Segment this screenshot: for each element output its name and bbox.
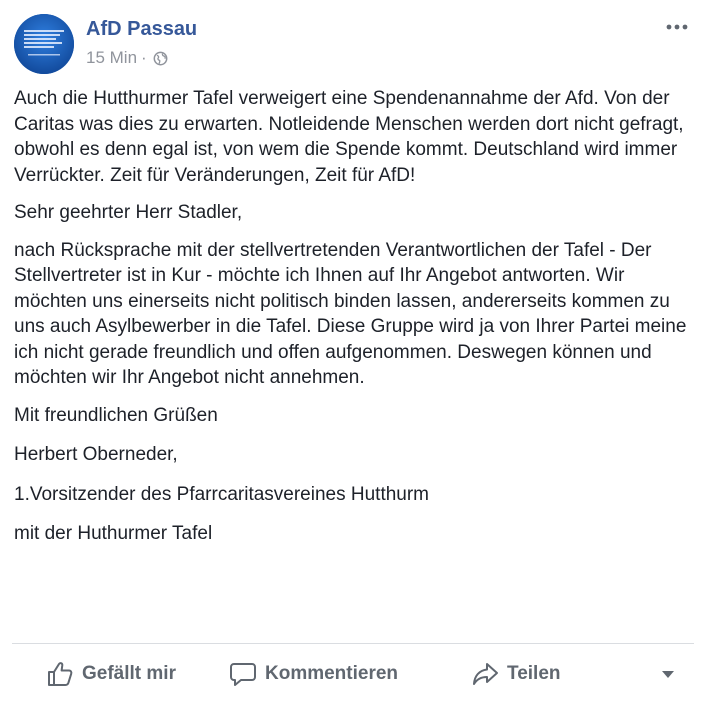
actions-divider xyxy=(12,643,694,644)
post-paragraph: 1.Vorsitzender des Pfarrcaritasvereines … xyxy=(14,483,430,505)
comment-button[interactable]: Kommentieren xyxy=(229,652,398,696)
share-button[interactable]: Teilen xyxy=(471,652,561,696)
post-paragraph: nach Rücksprache mit der stellvertretend… xyxy=(14,239,687,389)
post-content: Auch die Hutthurmer Tafel verweigert ein… xyxy=(14,86,690,559)
like-button[interactable]: Gefällt mir xyxy=(46,652,176,696)
page-name-link[interactable]: AfD Passau xyxy=(86,18,197,41)
post-actions-bar: Gefällt mir Kommentieren Teilen xyxy=(0,652,706,696)
post-paragraph: mit der Huthurmer Tafel xyxy=(14,523,213,544)
meta-separator: · xyxy=(141,48,147,67)
post-meta: 15 Min · xyxy=(86,48,168,68)
share-options-caret-down-icon[interactable] xyxy=(658,652,678,696)
facebook-post: AfD Passau 15 Min · Auch die Hutthurmer … xyxy=(0,0,706,705)
comment-label: Kommentieren xyxy=(265,663,399,684)
post-paragraph: Herbert Oberneder, xyxy=(14,444,178,465)
thumbs-up-icon xyxy=(46,660,74,688)
post-paragraph: Mit freundlichen Grüßen xyxy=(14,404,218,426)
post-paragraph: Auch die Hutthurmer Tafel verweigert ein… xyxy=(14,88,684,186)
share-arrow-icon xyxy=(471,660,499,688)
more-options-icon[interactable] xyxy=(664,14,690,40)
post-timestamp[interactable]: 15 Min xyxy=(86,48,137,68)
globe-icon[interactable] xyxy=(153,51,168,66)
share-label: Teilen xyxy=(507,663,561,684)
post-paragraph: Sehr geehrter Herr Stadler, xyxy=(14,202,243,223)
page-avatar[interactable] xyxy=(14,14,74,74)
like-label: Gefällt mir xyxy=(82,663,176,684)
speech-bubble-icon xyxy=(229,660,257,688)
